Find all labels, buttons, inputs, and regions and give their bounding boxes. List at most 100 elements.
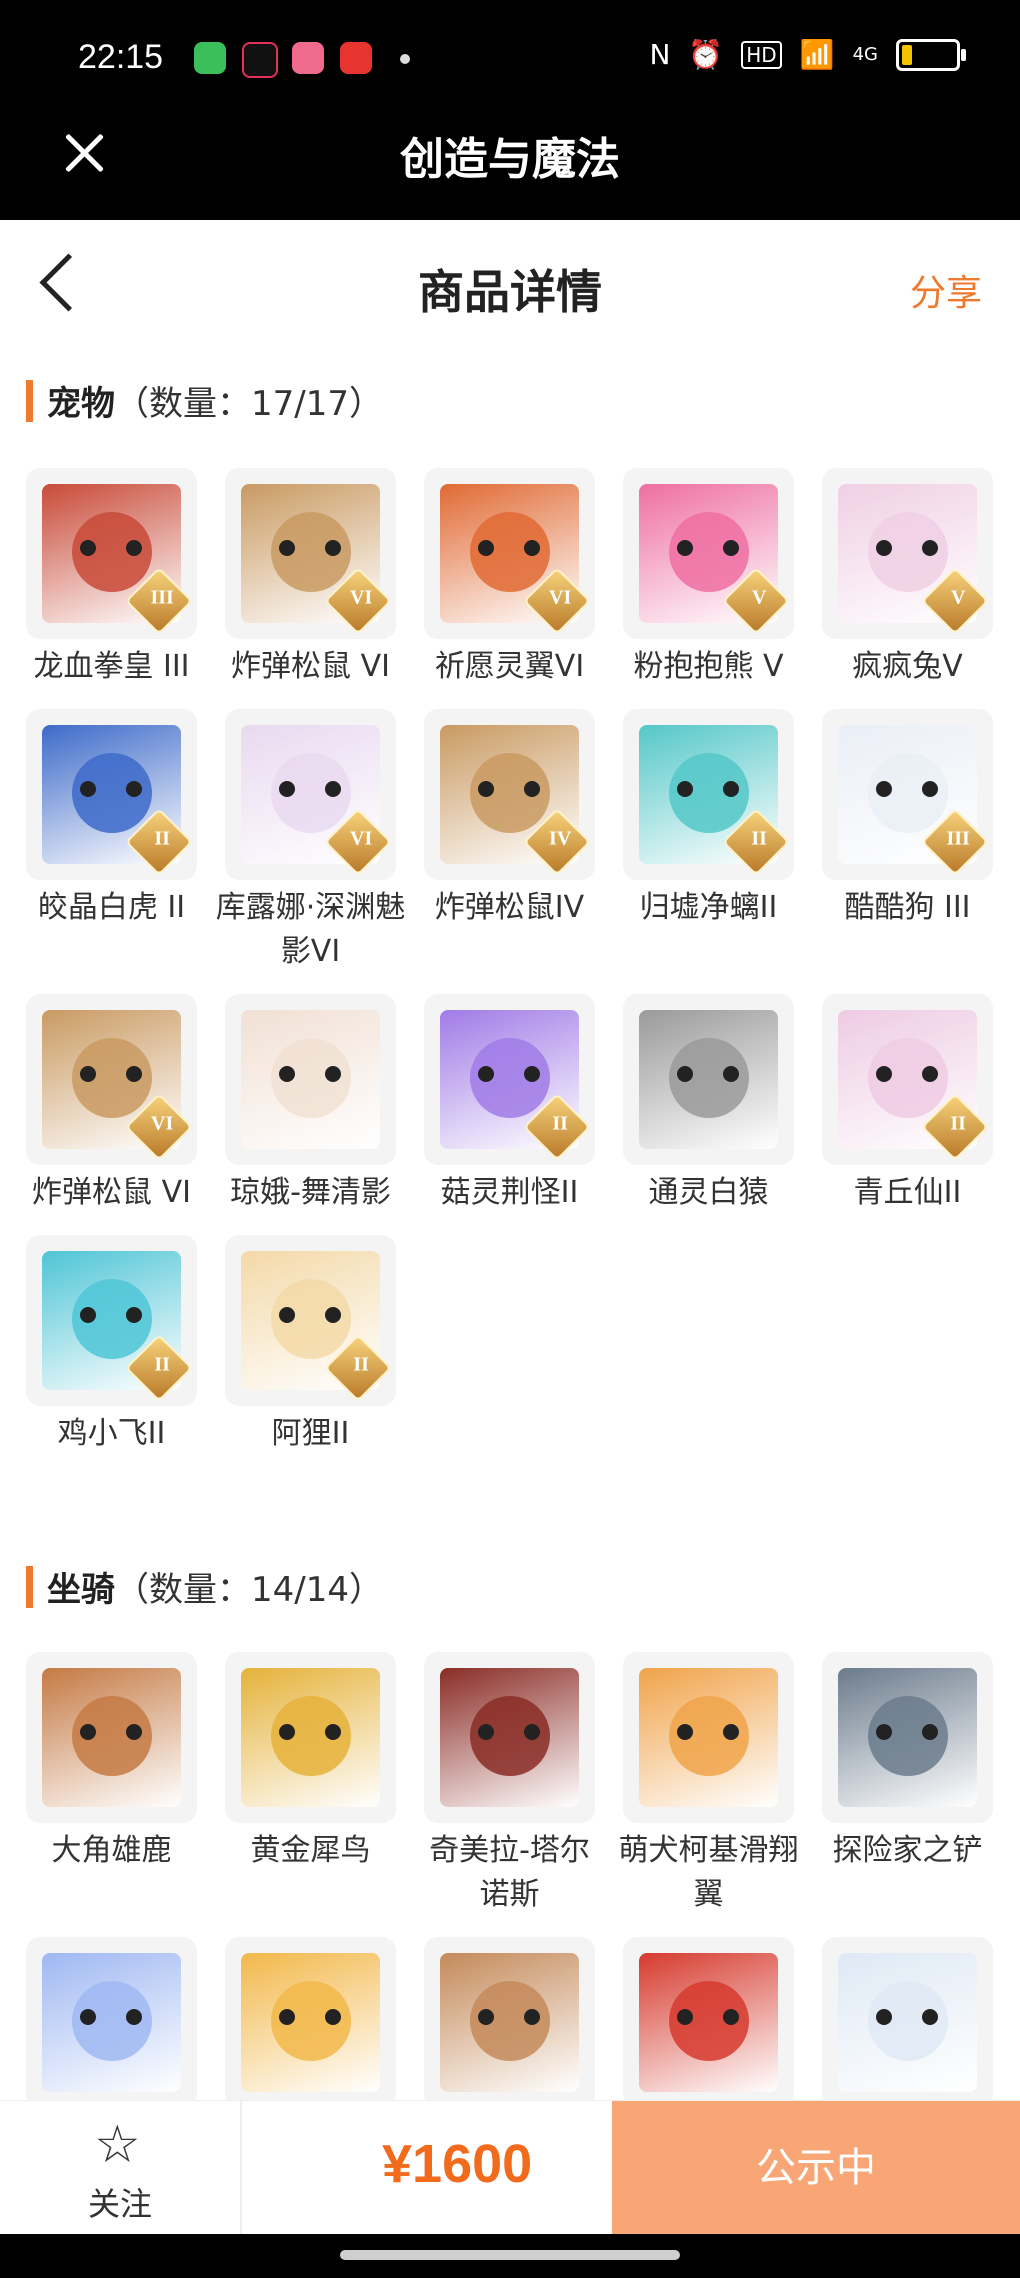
status-button[interactable]: 公示中	[612, 2101, 1020, 2235]
section-count: （数量：17/17）	[115, 384, 383, 424]
item-card[interactable]: 探险家之铲	[822, 1652, 993, 1917]
item-eye	[478, 2009, 494, 2025]
item-thumbnail: IV	[424, 709, 595, 880]
item-eye	[524, 2009, 540, 2025]
item-card[interactable]: 黄金犀鸟	[225, 1652, 396, 1917]
item-card[interactable]: 琼娥-舞清影	[225, 994, 396, 1215]
item-label: 酷酷狗 III	[844, 890, 971, 925]
item-eye	[325, 1307, 341, 1323]
item-thumbnail	[424, 1652, 595, 1823]
item-eye	[723, 540, 739, 556]
tier-text: III	[150, 586, 174, 609]
item-eye	[279, 781, 295, 797]
item-image	[639, 1953, 778, 2092]
item-card[interactable]: VI 炸弹松鼠 VI	[225, 468, 396, 689]
item-eye	[723, 1066, 739, 1082]
item-eye	[126, 1066, 142, 1082]
item-label: 鸡小飞II	[57, 1416, 166, 1451]
item-card[interactable]: 通灵白猿	[623, 994, 794, 1215]
item-label: 炸弹松鼠IV	[434, 890, 585, 925]
item-eye	[876, 781, 892, 797]
item-label: 青丘仙II	[853, 1175, 962, 1210]
item-card[interactable]: II 青丘仙II	[822, 994, 993, 1215]
status-time: 22:15	[78, 38, 164, 76]
tier-text: II	[154, 827, 170, 850]
item-eye	[922, 781, 938, 797]
item-card[interactable]	[822, 1937, 993, 2108]
item-card[interactable]: II 阿狸II	[225, 1235, 396, 1456]
item-card[interactable]: VI 炸弹松鼠 VI	[26, 994, 197, 1215]
home-indicator	[0, 2234, 1020, 2278]
share-button[interactable]: 分享	[910, 264, 982, 316]
item-card[interactable]: V 疯疯兔V	[822, 468, 993, 689]
item-eye	[524, 781, 540, 797]
item-card[interactable]: VI 库露娜·深渊魅影VI	[216, 709, 405, 974]
item-card[interactable]: VI 祈愿灵翼VI	[424, 468, 595, 689]
section-accent-bar	[26, 1565, 33, 1608]
item-card[interactable]: II 鸡小飞II	[26, 1235, 197, 1456]
more-notifications-icon	[400, 54, 410, 64]
item-card[interactable]: III 酷酷狗 III	[822, 709, 993, 974]
item-card[interactable]: II 皎晶白虎 II	[26, 709, 197, 974]
tier-text: V	[751, 586, 767, 609]
item-label: 阿狸II	[271, 1416, 350, 1451]
star-icon: ☆	[94, 2115, 141, 2175]
redbook-app-icon	[340, 42, 372, 74]
item-thumbnail: II	[26, 709, 197, 880]
item-eye	[922, 1066, 938, 1082]
item-eye	[80, 2009, 96, 2025]
item-eye	[876, 1724, 892, 1740]
item-eye	[677, 2009, 693, 2025]
item-thumbnail	[822, 1652, 993, 1823]
app-title: 创造与魔法	[400, 134, 620, 185]
item-label: 疯疯兔V	[852, 649, 963, 684]
item-image	[42, 1953, 181, 2092]
item-eye	[723, 1724, 739, 1740]
item-card[interactable]: II 菇灵荆怪II	[424, 994, 595, 1215]
cell-signal-icon: 4G	[852, 44, 878, 65]
item-eye	[325, 1724, 341, 1740]
item-card[interactable]: 奇美拉-塔尔诺斯	[424, 1652, 595, 1917]
messages-app-icon	[194, 42, 226, 74]
hd-icon: HD	[741, 40, 782, 69]
tier-text: VI	[151, 1112, 174, 1135]
item-label: 库露娜·深渊魅影VI	[215, 890, 406, 969]
status-bar: 22:15 N ⏰ HD 📶 4G	[0, 0, 1020, 116]
item-thumbnail	[225, 1937, 396, 2108]
page-title: 商品详情	[418, 265, 602, 319]
item-eye	[325, 2009, 341, 2025]
item-thumbnail: III	[26, 468, 197, 639]
item-card[interactable]	[225, 1937, 396, 2108]
item-image	[241, 1953, 380, 2092]
item-card[interactable]: II 归墟净螭II	[623, 709, 794, 974]
item-label: 菇灵荆怪II	[440, 1175, 579, 1210]
tier-text: II	[751, 827, 767, 850]
section-header-pets: 宠物 （数量：17/17）	[26, 376, 383, 425]
item-eye	[677, 1724, 693, 1740]
section-accent-bar	[26, 379, 33, 422]
item-card[interactable]: V 粉抱抱熊 V	[623, 468, 794, 689]
tier-text: II	[353, 1353, 369, 1376]
item-eye	[80, 781, 96, 797]
item-label: 萌犬柯基滑翔翼	[618, 1833, 799, 1912]
item-thumbnail: VI	[225, 468, 396, 639]
follow-button[interactable]: ☆ 关注	[0, 2101, 242, 2235]
item-thumbnail	[26, 1937, 197, 2108]
item-eye	[80, 1307, 96, 1323]
section-name: 坐骑	[47, 1570, 115, 1610]
item-card[interactable]: 萌犬柯基滑翔翼	[619, 1652, 799, 1917]
item-card[interactable]: III 龙血拳皇 III	[26, 468, 197, 689]
price: ¥1600	[382, 2134, 533, 2194]
item-card[interactable]	[26, 1937, 197, 2108]
bilibili-app-icon	[292, 42, 324, 74]
item-eye	[524, 540, 540, 556]
item-thumbnail: II	[225, 1235, 396, 1406]
mounts-grid: 大角雄鹿 黄金犀鸟 奇美拉-塔尔诺斯 萌犬柯基滑翔翼 探险家之铲	[26, 1652, 1000, 2128]
item-card[interactable]	[424, 1937, 595, 2108]
item-image	[42, 1668, 181, 1807]
item-thumbnail	[623, 1937, 794, 2108]
item-card[interactable]: 大角雄鹿	[26, 1652, 197, 1917]
item-eye	[876, 540, 892, 556]
item-card[interactable]	[623, 1937, 794, 2108]
item-card[interactable]: IV 炸弹松鼠IV	[424, 709, 595, 974]
